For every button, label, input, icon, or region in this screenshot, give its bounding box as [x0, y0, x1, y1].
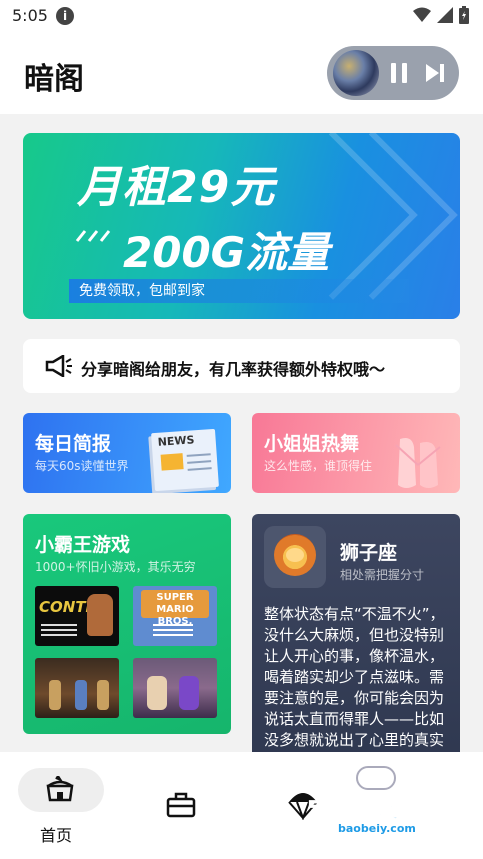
horoscope-subtitle: 相处需把握分寸: [340, 568, 425, 582]
toolbox-icon[interactable]: [166, 792, 196, 818]
game-thumbnail-mario[interactable]: SUPER MARIO BROS.: [133, 586, 217, 646]
app-header: 暗阁: [0, 34, 483, 114]
app-title: 暗阁: [24, 62, 84, 97]
retro-game-subtitle: 1000+怀旧小游戏，其乐无穷: [35, 560, 196, 574]
lion-icon: [264, 526, 326, 588]
dance-card[interactable]: 小姐姐热舞 这么性感，谁顶得住: [252, 413, 460, 493]
pause-icon[interactable]: [391, 63, 407, 83]
horoscope-card[interactable]: 狮子座 相处需把握分寸 整体状态有点“不温不火”，没什么大麻烦，但也没特别让人开…: [252, 514, 460, 764]
wifi-icon: [413, 7, 431, 22]
newspaper-label: NEWS: [157, 433, 195, 449]
banner-speed-lines: [75, 230, 111, 242]
retro-game-card[interactable]: 小霸王游戏 1000+怀旧小游戏，其乐无穷 CONTRA SUPER MARIO…: [23, 514, 231, 734]
mario-logo: SUPER MARIO BROS.: [141, 590, 209, 627]
signal-icon: [437, 7, 453, 23]
home-tent-icon: [46, 776, 74, 802]
skip-next-icon[interactable]: [425, 62, 445, 84]
horoscope-title: 狮子座: [340, 542, 398, 564]
dance-title: 小姐姐热舞: [264, 433, 360, 455]
status-icons: [413, 6, 469, 24]
megaphone-icon: [45, 355, 72, 377]
watermark-text: 宝贝游戏网: [307, 798, 424, 824]
daily-news-title: 每日简报: [35, 433, 112, 455]
game-thumbnail-contra[interactable]: CONTRA: [35, 586, 119, 646]
promo-banner[interactable]: 月租29元 200G流量 免费领取，包邮到家: [23, 133, 460, 319]
status-bar: 5:05 i: [0, 0, 483, 34]
dance-subtitle: 这么性感，谁顶得住: [264, 459, 373, 473]
share-bar[interactable]: 分享暗阁给朋友，有几率获得额外特权哦～: [23, 339, 460, 393]
watermark-url: baobeiy.com: [338, 822, 416, 835]
gamepad-icon: [356, 766, 396, 790]
nav-home-label[interactable]: 首页: [40, 822, 72, 846]
ballet-shoe-icon: [395, 438, 441, 488]
banner-data-amount: 200G流量: [123, 228, 330, 277]
share-text: 分享暗阁给朋友，有几率获得额外特权哦～: [81, 360, 386, 379]
banner-headline: 月租29元: [77, 162, 276, 213]
banner-subtitle: 免费领取，包邮到家: [69, 279, 409, 303]
status-time: 5:05: [12, 6, 48, 25]
watermark-logo: 宝贝游戏网 baobeiy.com: [302, 764, 462, 842]
retro-game-title: 小霸王游戏: [35, 534, 131, 556]
daily-news-subtitle: 每天60s读懂世界: [35, 459, 129, 473]
game-thumbnail-fighter[interactable]: [133, 658, 217, 718]
album-art[interactable]: [333, 50, 379, 96]
music-player[interactable]: [327, 46, 459, 100]
daily-news-card[interactable]: 每日简报 每天60s读懂世界 NEWS: [23, 413, 231, 493]
nav-home-button[interactable]: [18, 768, 104, 812]
newspaper-icon: NEWS: [151, 428, 219, 492]
info-icon: i: [56, 7, 74, 25]
battery-icon: [459, 6, 469, 24]
horoscope-description: 整体状态有点“不温不火”，没什么大麻烦，但也没特别让人开心的事，像杯温水，喝着踏…: [264, 605, 445, 764]
game-thumbnail-brawler[interactable]: [35, 658, 119, 718]
